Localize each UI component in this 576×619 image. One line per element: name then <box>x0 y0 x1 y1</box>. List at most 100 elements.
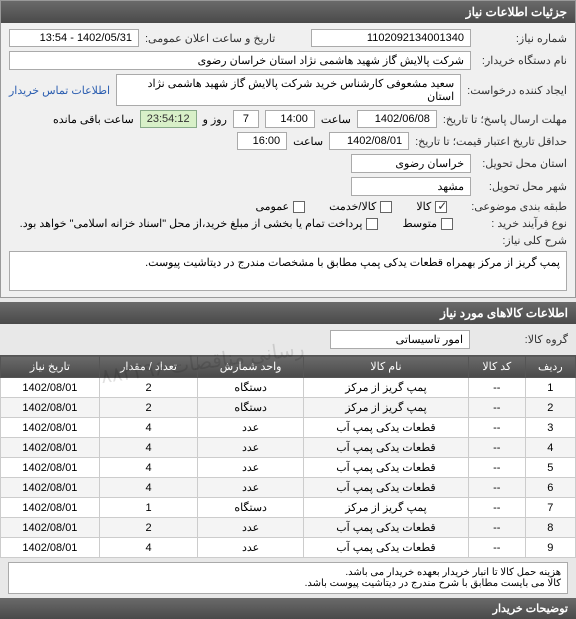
buy-type-note-text: پرداخت تمام یا بخشی از مبلغ خرید،از محل … <box>20 217 363 230</box>
table-cell: 2 <box>99 518 197 538</box>
buy-type-medium-text: متوسط <box>402 217 437 230</box>
table-cell: 4 <box>99 458 197 478</box>
table-cell: 4 <box>99 418 197 438</box>
cat-general-text: عمومی <box>255 200 289 213</box>
table-cell: 5 <box>525 458 575 478</box>
table-cell: 7 <box>525 498 575 518</box>
table-cell: 2 <box>99 378 197 398</box>
table-cell: 1402/08/01 <box>1 458 100 478</box>
table-cell: -- <box>468 398 525 418</box>
buy-type-note-checkbox[interactable]: پرداخت تمام یا بخشی از مبلغ خرید،از محل … <box>20 217 379 230</box>
table-cell: 8 <box>525 518 575 538</box>
table-cell: -- <box>468 498 525 518</box>
items-section-title: اطلاعات کالاهای مورد نیاز <box>0 302 576 324</box>
check-icon <box>435 201 447 213</box>
note-line-1: هزینه حمل کالا تا انبار خریدار بعهده خری… <box>15 567 561 578</box>
table-cell: -- <box>468 478 525 498</box>
contact-link[interactable]: اطلاعات تماس خریدار <box>9 84 110 97</box>
table-cell: دستگاه <box>198 498 304 518</box>
check-icon <box>441 218 453 230</box>
need-desc-label: شرح کلی نیاز: <box>477 234 567 247</box>
panel-title: جزئیات اطلاعات نیاز <box>1 1 575 23</box>
note-line-2: کالا می بایست مطابق با شرح مندرج در دیتا… <box>15 578 561 589</box>
buyer-notes: هزینه حمل کالا تا انبار خریدار بعهده خری… <box>8 562 568 594</box>
table-cell: قطعات یدکی پمپ آب <box>303 458 468 478</box>
table-cell: 1402/08/01 <box>1 398 100 418</box>
creator-value: سعید مشعوفی کارشناس خرید شرکت پالایش گاز… <box>116 74 461 106</box>
items-table: ردیفکد کالانام کالاواحد شمارشتعداد / مقد… <box>0 355 576 558</box>
city-value: مشهد <box>351 177 471 196</box>
category-label: طبقه بندی موضوعی: <box>471 200 567 213</box>
need-no-value: 1102092134001340 <box>311 29 471 47</box>
table-cell: -- <box>468 438 525 458</box>
announce-label: تاریخ و ساعت اعلان عمومی: <box>145 32 275 45</box>
table-cell: 4 <box>99 438 197 458</box>
deadline-time: 16:00 <box>237 132 287 150</box>
table-cell: 1402/08/01 <box>1 538 100 558</box>
table-row[interactable]: 2--پمپ گریز از مرکزدستگاه21402/08/01 <box>1 398 576 418</box>
table-cell: 1402/08/01 <box>1 518 100 538</box>
table-row[interactable]: 5--قطعات یدکی پمپ آبعدد41402/08/01 <box>1 458 576 478</box>
deadline-time-label: ساعت <box>293 135 323 148</box>
table-row[interactable]: 7--پمپ گریز از مرکزدستگاه11402/08/01 <box>1 498 576 518</box>
buyer-label: نام دستگاه خریدار: <box>477 54 567 67</box>
table-row[interactable]: 4--قطعات یدکی پمپ آبعدد41402/08/01 <box>1 438 576 458</box>
cat-service-checkbox[interactable]: کالا/خدمت <box>329 200 392 213</box>
table-cell: 1402/08/01 <box>1 498 100 518</box>
announce-value: 1402/05/31 - 13:54 <box>9 29 139 47</box>
remain-time: 23:54:12 <box>140 110 197 128</box>
table-cell: 3 <box>525 418 575 438</box>
province-label: استان محل تحویل: <box>477 157 567 170</box>
check-icon <box>366 218 378 230</box>
cat-service-text: کالا/خدمت <box>329 200 376 213</box>
days-label: روز و <box>203 113 227 126</box>
cat-general-checkbox[interactable]: عمومی <box>255 200 305 213</box>
reply-time: 14:00 <box>265 110 315 128</box>
table-cell: قطعات یدکی پمپ آب <box>303 538 468 558</box>
group-value: امور تاسیساتی <box>330 330 470 349</box>
table-row[interactable]: 1--پمپ گریز از مرکزدستگاه21402/08/01 <box>1 378 576 398</box>
city-label: شهر محل تحویل: <box>477 180 567 193</box>
table-row[interactable]: 9--قطعات یدکی پمپ آبعدد41402/08/01 <box>1 538 576 558</box>
table-cell: 9 <box>525 538 575 558</box>
need-no-label: شماره نیاز: <box>477 32 567 45</box>
table-cell: قطعات یدکی پمپ آب <box>303 418 468 438</box>
table-header: نام کالا <box>303 356 468 378</box>
table-row[interactable]: 6--قطعات یدکی پمپ آبعدد41402/08/01 <box>1 478 576 498</box>
buy-type-medium-checkbox[interactable]: متوسط <box>402 217 453 230</box>
province-value: خراسان رضوی <box>351 154 471 173</box>
table-header: واحد شمارش <box>198 356 304 378</box>
table-cell: 6 <box>525 478 575 498</box>
table-cell: 4 <box>525 438 575 458</box>
footer-bar: توضیحات خریدار <box>0 598 576 619</box>
creator-label: ایجاد کننده درخواست: <box>467 84 567 97</box>
table-cell: -- <box>468 458 525 478</box>
table-cell: عدد <box>198 538 304 558</box>
table-cell: 1402/08/01 <box>1 438 100 458</box>
table-header: کد کالا <box>468 356 525 378</box>
table-header: تاریخ نیاز <box>1 356 100 378</box>
table-row[interactable]: 8--قطعات یدکی پمپ آبعدد21402/08/01 <box>1 518 576 538</box>
days-value: 7 <box>233 110 259 128</box>
cat-goods-checkbox[interactable]: کالا <box>416 200 447 213</box>
check-icon <box>293 201 305 213</box>
table-cell: 2 <box>525 398 575 418</box>
buy-type-label: نوع فرآیند خرید : <box>477 217 567 230</box>
form-area: شماره نیاز: 1102092134001340 تاریخ و ساع… <box>1 23 575 297</box>
table-cell: پمپ گریز از مرکز <box>303 398 468 418</box>
reply-time-label: ساعت <box>321 113 351 126</box>
table-header: ردیف <box>525 356 575 378</box>
check-icon <box>380 201 392 213</box>
table-cell: 1 <box>99 498 197 518</box>
table-cell: 1402/08/01 <box>1 378 100 398</box>
table-cell: -- <box>468 538 525 558</box>
table-cell: قطعات یدکی پمپ آب <box>303 438 468 458</box>
table-row[interactable]: 3--قطعات یدکی پمپ آبعدد41402/08/01 <box>1 418 576 438</box>
table-cell: 2 <box>99 398 197 418</box>
remain-label: ساعت باقی مانده <box>53 113 134 126</box>
table-cell: -- <box>468 378 525 398</box>
reply-date: 1402/06/08 <box>357 110 437 128</box>
buyer-value: شرکت پالایش گاز شهید هاشمی نژاد استان خر… <box>9 51 471 70</box>
table-cell: 4 <box>99 478 197 498</box>
table-cell: عدد <box>198 438 304 458</box>
